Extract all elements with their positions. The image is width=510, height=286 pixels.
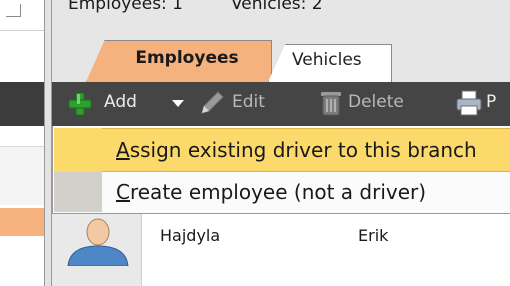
vehicles-count: Vehicles: 2 [231,0,323,14]
menu-item-create-employee-label: Create employee (not a driver) [116,180,426,204]
counts-summary: Employees: 1 Vehicles: 2 [68,0,323,14]
plus-icon [68,92,92,116]
left-pane-selected-row[interactable] [0,208,44,236]
tab-employees-label: Employees [135,48,239,68]
left-pane-row[interactable] [0,126,44,147]
employees-count: Employees: 1 [68,0,183,14]
accelerator-key: C [116,180,130,204]
chevron-down-icon[interactable] [171,99,185,109]
pane-splitter[interactable] [44,0,52,286]
edit-button-label[interactable]: Edit [232,92,265,112]
menu-item-text: ssign existing driver to this branch [129,138,477,162]
first-name-cell: Erik [358,226,389,245]
menu-item-assign-driver-label: Assign existing driver to this branch [116,138,477,162]
add-button-label: Add [104,92,137,112]
left-pane-row[interactable] [0,147,44,205]
user-avatar-icon [58,218,138,266]
left-pane-toolbar [0,82,44,126]
left-pane-row[interactable] [0,236,44,286]
accelerator-key: A [116,138,130,162]
printer-icon [456,90,482,116]
menu-item-text: reate employee (not a driver) [129,180,427,204]
tab-vehicles-label: Vehicles [292,50,362,70]
delete-button-label[interactable]: Delete [348,92,404,112]
left-pane-checkbox[interactable] [6,4,21,17]
pencil-icon [201,91,224,114]
menu-icon-gutter [54,172,102,212]
trash-icon [321,92,341,116]
last-name-cell: Hajdyla [160,226,221,245]
menu-icon-gutter [54,128,102,172]
print-button-label[interactable]: P [486,92,496,112]
